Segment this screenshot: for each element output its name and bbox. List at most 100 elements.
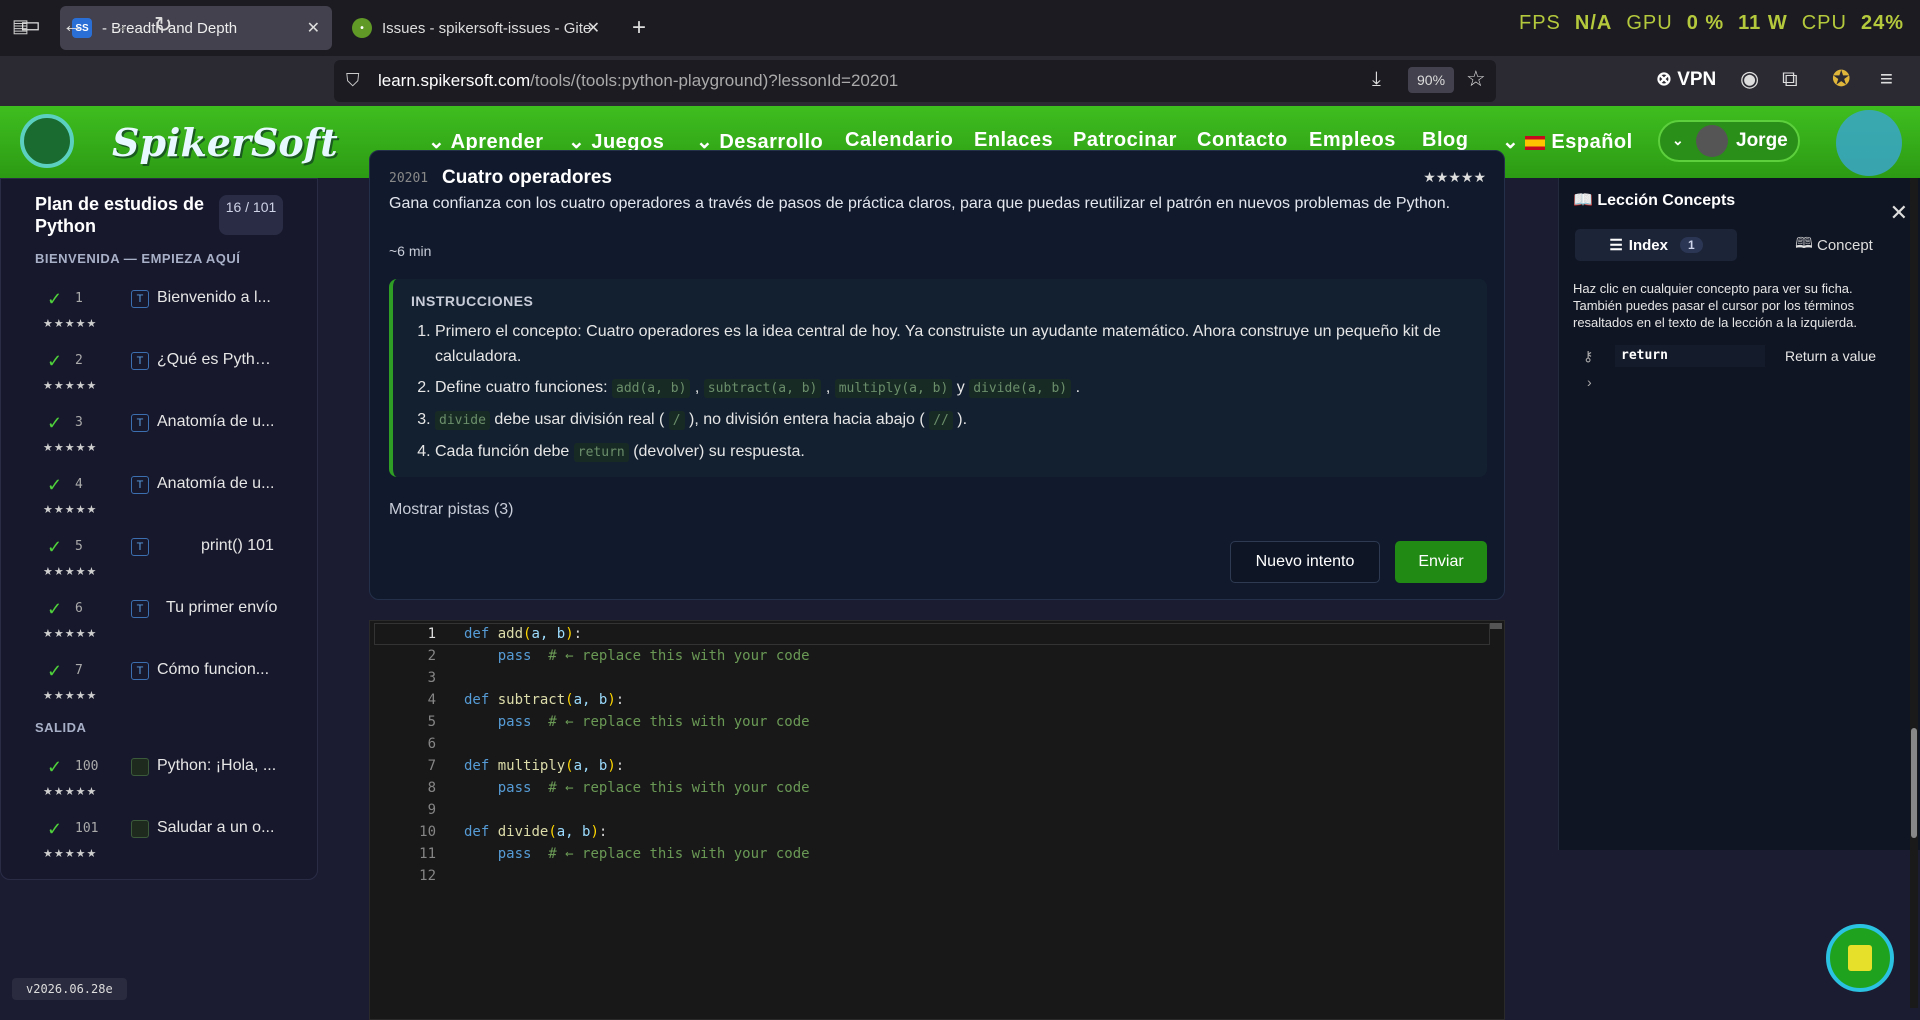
forward-arrow-icon[interactable]: → (108, 12, 130, 38)
lesson-item[interactable]: ✓ 7 T Cómo funcion... ★★★★★ (1, 649, 301, 711)
extension-alert-icon[interactable]: ✪ (1832, 66, 1850, 92)
back-arrow-icon[interactable]: ← (62, 12, 84, 38)
download-icon[interactable]: ⤓ (1372, 68, 1381, 91)
close-icon[interactable]: ✕ (1890, 200, 1908, 226)
code-line[interactable]: 12 (370, 865, 1490, 887)
code-text[interactable]: pass # ← replace this with your code (464, 777, 810, 799)
lesson-item[interactable]: ✓ 100 Python: ¡Hola, ... ★★★★★ (1, 745, 301, 807)
user-menu-button[interactable]: ⌄ Jorge (1658, 120, 1800, 162)
code-line[interactable]: 5 pass # ← replace this with your code (370, 711, 1490, 733)
lesson-label: Saludar a un o... (157, 819, 275, 836)
line-number: 8 (427, 780, 436, 796)
open-book-icon: 🕮 (1795, 234, 1813, 252)
code-text[interactable]: pass # ← replace this with your code (464, 843, 810, 865)
menu-contacto[interactable]: Contacto (1197, 129, 1288, 152)
code-text[interactable]: pass # ← replace this with your code (464, 711, 810, 733)
instruction-step: Primero el concepto: Cuatro operadores e… (435, 319, 1475, 369)
lesson-title: Cuatro operadores (442, 167, 612, 188)
code-line[interactable]: 4 def subtract(a, b): (370, 689, 1490, 711)
tab-concept[interactable]: 🕮 Concept (1759, 229, 1909, 261)
app-menu-icon[interactable]: ≡ (1880, 66, 1893, 92)
notebook-icon (1848, 945, 1872, 971)
code-text[interactable]: pass # ← replace this with your code (464, 645, 810, 667)
line-number: 4 (427, 692, 436, 708)
lesson-item[interactable]: ✓ 4 T Anatomía de u... ★★★★★ (1, 463, 301, 525)
lesson-type-badge: T (131, 290, 149, 308)
new-tab-icon[interactable]: + (632, 14, 646, 42)
page-scrollbar[interactable] (1910, 178, 1918, 1008)
logo-emblem[interactable] (20, 114, 74, 168)
code-line[interactable]: 9 (370, 799, 1490, 821)
code-line[interactable]: 10 def divide(a, b): (370, 821, 1490, 843)
url-bar[interactable]: learn.spikersoft.com/tools/(tools:python… (334, 60, 1496, 102)
code-line[interactable]: 3 (370, 667, 1490, 689)
lesson-stars: ★★★★★ (43, 848, 98, 860)
zoom-level[interactable]: 90% (1408, 67, 1455, 93)
sidebar-toggle-icon[interactable]: ▭ (20, 12, 41, 38)
code-line[interactable]: 6 (370, 733, 1490, 755)
tracking-shield-icon[interactable]: ⛉ (346, 70, 360, 91)
menu-language[interactable]: ⌄ Español (1502, 129, 1633, 154)
gpu-value: 0 % (1686, 12, 1725, 34)
extensions-icon[interactable]: ⧉ (1782, 66, 1798, 92)
tab-index[interactable]: ☰ Index 1 (1575, 229, 1737, 261)
code-line[interactable]: 7 def multiply(a, b): (370, 755, 1490, 777)
lesson-item[interactable]: ✓ 2 T ¿Qué es Pytho... ★★★★★ (1, 339, 301, 401)
menu-empleos[interactable]: Empleos (1309, 129, 1396, 152)
system-monitor-overlay: FPS N/A GPU 0 % 11 W CPU 24% (1519, 12, 1904, 35)
menu-enlaces[interactable]: Enlaces (974, 129, 1053, 152)
concept-definition: Return a value (1785, 348, 1877, 364)
instruction-text: ). (957, 411, 968, 428)
check-icon: ✓ (47, 819, 63, 839)
submit-button[interactable]: Enviar (1395, 541, 1487, 583)
menu-calendario[interactable]: Calendario (845, 129, 953, 152)
lesson-stars: ★★★★★ (43, 318, 98, 330)
lesson-item[interactable]: ✓ 101 Saludar a un o... ★★★★★ (1, 807, 301, 869)
account-icon[interactable]: ◉ (1740, 66, 1759, 92)
sidebar-title: Plan de estudios de Python (35, 194, 205, 236)
lesson-type-badge: T (131, 538, 149, 556)
close-tab-icon[interactable]: ✕ (307, 18, 320, 38)
chevron-right-icon[interactable]: › (1587, 374, 1592, 390)
menu-patrocinar[interactable]: Patrocinar (1073, 129, 1177, 152)
instructions-list: Primero el concepto: Cuatro operadores e… (435, 319, 1475, 471)
tab-breadth-and-depth[interactable]: SS - Breadth and Depth ✕ (60, 6, 332, 50)
lesson-item[interactable]: ✓ 5 Tprint() 101 ★★★★★ (1, 525, 301, 587)
lesson-item[interactable]: ✓ 1 T Bienvenido a l... ★★★★★ (1, 277, 301, 339)
lesson-rating-stars: ★★★★★ (1423, 169, 1486, 185)
cpu-value: 24% (1860, 12, 1904, 34)
code-editor[interactable]: 1 def add(a, b): 2 pass # ← replace this w… (369, 620, 1505, 1020)
site-logo[interactable]: SpikerSoft (112, 120, 338, 165)
concept-item-return[interactable]: ⚷ return Return a value (1573, 344, 1913, 368)
code-line[interactable]: 2 pass # ← replace this with your code (370, 645, 1490, 667)
code-text[interactable]: def divide(a, b): (464, 821, 607, 843)
bookmark-star-icon[interactable]: ☆ (1466, 66, 1486, 92)
retry-button[interactable]: Nuevo intento (1230, 541, 1380, 583)
lesson-description: Gana confianza con los cuatro operadores… (389, 195, 1451, 212)
close-tab-icon[interactable]: ✕ (587, 18, 600, 38)
code-text[interactable]: def add(a, b): (464, 623, 582, 645)
code-text[interactable]: def subtract(a, b): (464, 689, 624, 711)
code-text[interactable]: def multiply(a, b): (464, 755, 624, 777)
menu-blog[interactable]: Blog (1422, 129, 1468, 152)
code-line[interactable]: 11 pass # ← replace this with your code (370, 843, 1490, 865)
chameleon-mascot-icon[interactable] (1836, 110, 1902, 176)
code-line[interactable]: 8 pass # ← replace this with your code (370, 777, 1490, 799)
section-heading: BIENVENIDA — EMPIEZA AQUÍ (35, 251, 241, 266)
notebook-fab-button[interactable] (1826, 924, 1894, 992)
concept-term: return (1615, 345, 1765, 367)
version-badge: v2026.06.28e (12, 978, 127, 1000)
instruction-text: Define cuatro funciones: (435, 379, 608, 396)
show-hints-toggle[interactable]: Mostrar pistas (3) (389, 501, 513, 519)
editor-scrollbar[interactable] (1490, 623, 1502, 629)
list-icon: ☰ (1609, 237, 1623, 254)
lesson-item[interactable]: ✓ 6 T Tu primer envío ★★★★★ (1, 587, 301, 649)
code-line[interactable]: 1 def add(a, b): (370, 623, 1490, 645)
vpn-button[interactable]: ⊗ VPN (1656, 68, 1716, 91)
lesson-item[interactable]: ✓ 3 T Anatomía de u... ★★★★★ (1, 401, 301, 463)
reload-icon[interactable]: ↻ (154, 12, 172, 38)
scrollbar-thumb[interactable] (1911, 728, 1917, 838)
line-number: 12 (419, 868, 436, 884)
inline-code: divide(a, b) (969, 379, 1072, 398)
tab-gitea-issues[interactable]: • Issues - spikersoft-issues - Gitea ✕ (340, 6, 612, 50)
